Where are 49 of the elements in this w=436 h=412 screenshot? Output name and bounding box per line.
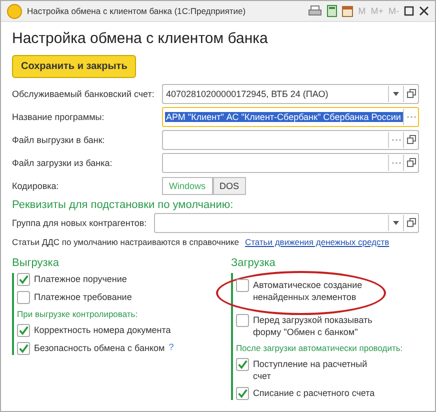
checkbox[interactable] — [17, 291, 30, 304]
open-icon[interactable] — [403, 154, 418, 170]
input-field[interactable] — [162, 130, 419, 150]
input-field[interactable] — [154, 212, 419, 232]
checkbox-label[interactable]: Поступление на расчетный счет — [252, 358, 378, 382]
section-title: Реквизиты для подстановки по умолчанию: — [12, 199, 234, 211]
input-field[interactable] — [162, 152, 419, 172]
note-text: Статьи ДДС по умолчанию настраиваются в справочнике — [12, 237, 239, 247]
field-label: Обслуживаемый банковский счет: — [12, 88, 156, 98]
input-field[interactable]: 40702810200000172945, ВТБ 24 (ПАО) — [162, 84, 419, 104]
open-icon[interactable] — [403, 214, 418, 230]
input-field[interactable]: АРМ "Клиент" АС "Клиент-Сбербанк" Сбербанка России — [162, 106, 419, 126]
checkbox[interactable] — [17, 273, 30, 286]
checkbox-label[interactable]: Платежное требование — [34, 291, 132, 303]
checkbox[interactable] — [17, 324, 30, 337]
window-title: Настройка обмена с клиентом банка (1С:Предприятие) — [27, 6, 247, 16]
checkbox[interactable] — [236, 279, 249, 292]
maximize-icon[interactable] — [404, 6, 414, 16]
checkbox[interactable] — [236, 314, 249, 327]
subheading: При выгрузке контролировать: — [17, 309, 139, 319]
field-label: Файл загрузки из банка: — [12, 158, 114, 168]
calculator-icon[interactable] — [327, 5, 338, 17]
form-title: Настройка обмена с клиентом банка — [12, 30, 269, 47]
checkbox-label[interactable]: Списание с расчетного счета — [252, 387, 375, 399]
section-title: Загрузка — [230, 257, 276, 269]
encoding-option[interactable]: DOS — [212, 176, 246, 194]
checkbox[interactable] — [236, 358, 249, 371]
printer-icon[interactable] — [308, 5, 322, 17]
open-icon[interactable] — [403, 132, 418, 148]
field-label: Файл выгрузки в банк: — [12, 134, 106, 144]
link[interactable]: Статьи движения денежных средств — [244, 237, 390, 247]
subheading: После загрузки автоматически проводить: — [236, 343, 404, 353]
checkbox[interactable] — [236, 387, 249, 400]
open-icon[interactable] — [403, 86, 418, 102]
checkbox-label[interactable]: Платежное поручение — [34, 273, 127, 285]
field-label: Кодировка: — [12, 180, 60, 190]
checkbox-label[interactable]: Автоматическое создание ненайденных элементов — [252, 279, 378, 303]
checkbox[interactable] — [17, 342, 30, 355]
close-icon[interactable] — [419, 6, 429, 16]
calendar-icon[interactable] — [342, 5, 354, 17]
section-title: Выгрузка — [12, 257, 60, 269]
checkbox-label[interactable]: Корректность номера документа — [34, 324, 171, 336]
app-logo-icon — [7, 4, 22, 18]
field-label: Название программы: — [12, 112, 106, 122]
field-label: Группа для новых контрагентов: — [12, 218, 148, 228]
help-link[interactable]: ? — [168, 342, 174, 352]
checkbox-label[interactable]: Перед загрузкой показывать форму "Обмен с банком" — [252, 314, 378, 338]
checkbox-label[interactable]: Безопасность обмена с банком — [34, 342, 165, 354]
save-and-close-button[interactable]: Сохранить и закрыть — [12, 55, 136, 78]
